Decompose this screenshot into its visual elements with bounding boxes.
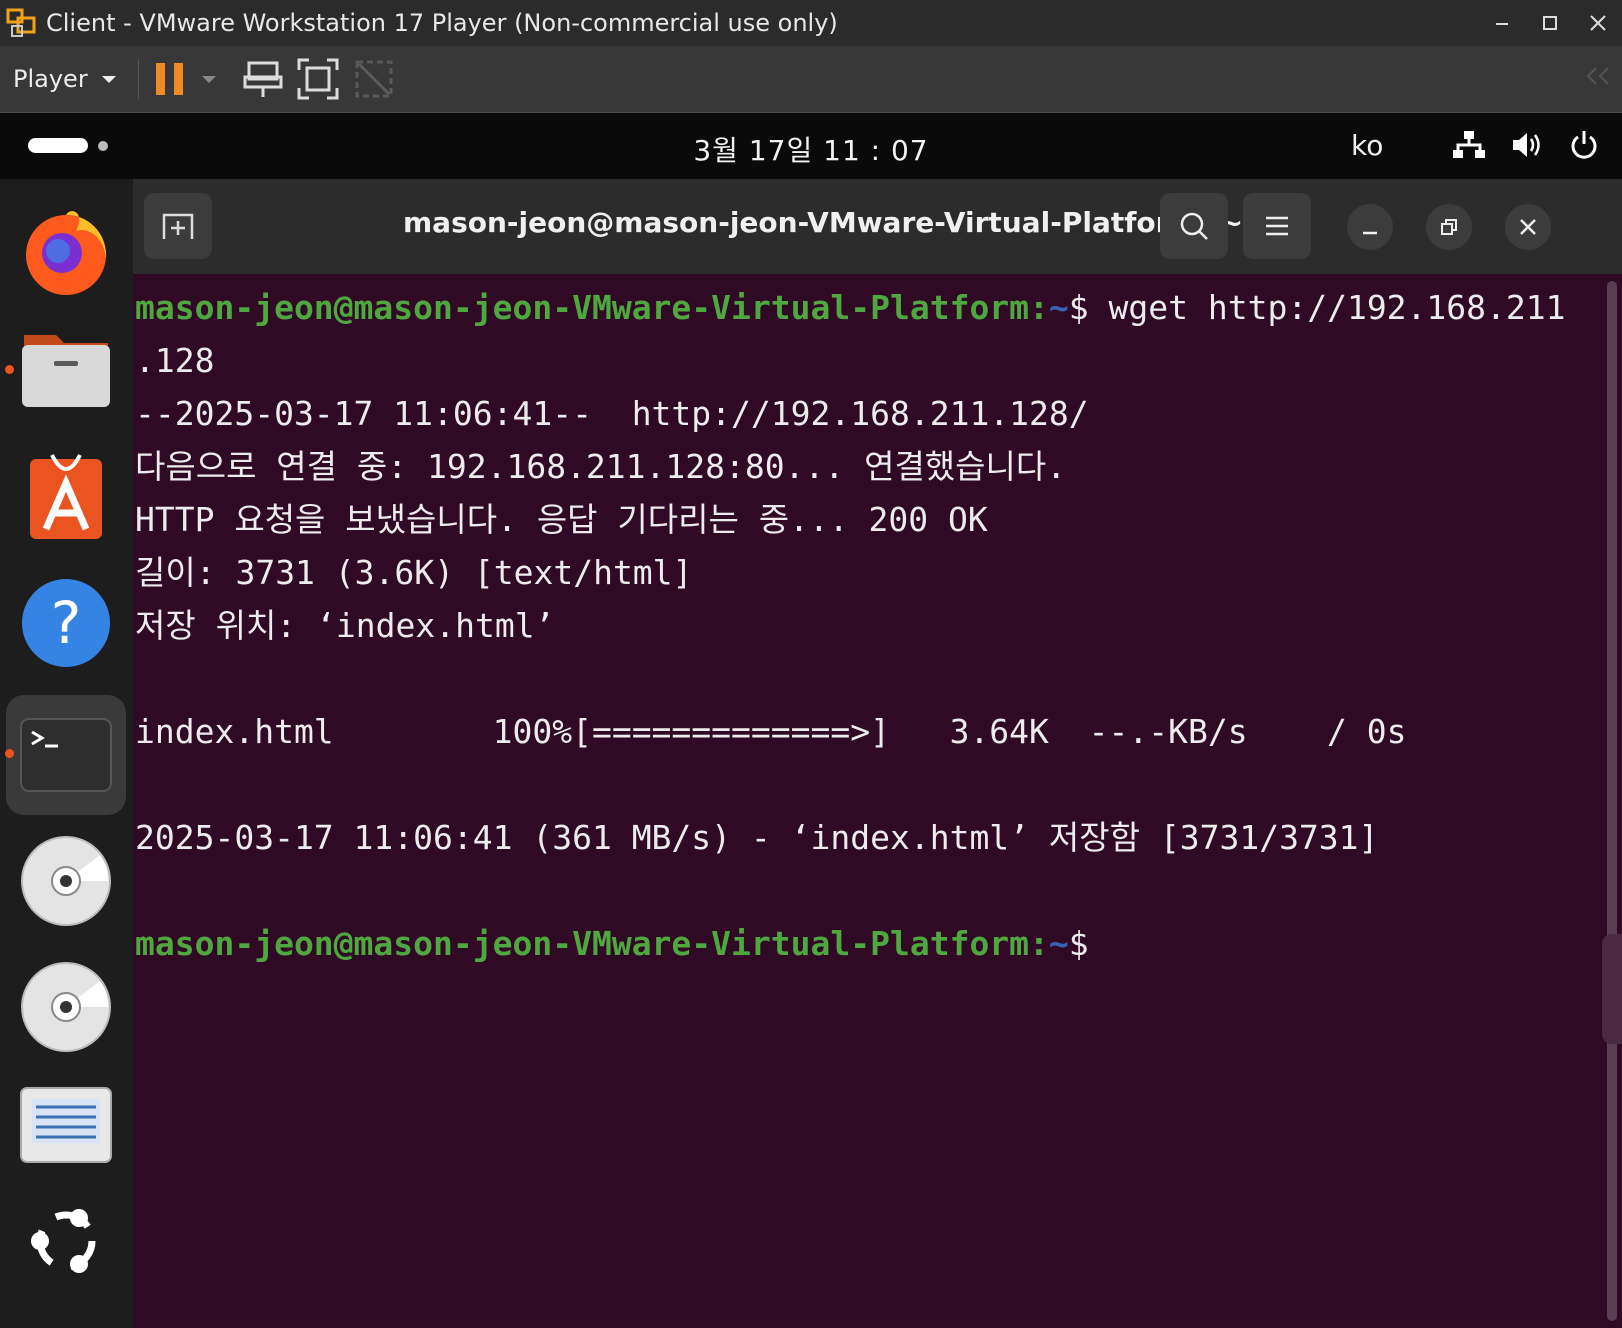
progress-line: index.html 100%[=============>] 3.64K --… [135, 712, 1407, 751]
prompt-path: ~ [1048, 288, 1069, 327]
prompt-user-host: mason-jeon@mason-jeon-VMware-Virtual-Pla… [135, 924, 1049, 963]
prompt-path: ~ [1048, 924, 1069, 963]
output-line: 다음으로 연결 중: 192.168.211.128:80... 연결했습니다. [135, 447, 1067, 486]
minimize-button[interactable] [1478, 0, 1526, 46]
scrollbar-thumb[interactable] [1602, 934, 1622, 1044]
close-icon [1520, 219, 1536, 235]
collapse-icon[interactable] [1582, 64, 1612, 88]
new-tab-icon [162, 213, 194, 239]
ubuntu-dock: ? [0, 179, 133, 1328]
keyboard-layout-indicator[interactable]: ko [1351, 129, 1383, 162]
window-title: Client - VMware Workstation 17 Player (N… [46, 9, 838, 37]
dock-terminal[interactable] [6, 695, 126, 815]
pause-button[interactable] [153, 59, 219, 99]
power-icon [1568, 129, 1600, 161]
close-button[interactable] [1574, 0, 1622, 46]
prompt-symbol: $ [1068, 924, 1089, 963]
disc-icon [21, 836, 111, 926]
vmware-logo-icon [6, 8, 36, 37]
player-menu-label: Player [13, 65, 88, 93]
dock-disc-2[interactable] [16, 957, 116, 1057]
close-icon [1590, 15, 1606, 31]
player-menu[interactable]: Player [13, 65, 120, 93]
folder-icon [22, 335, 110, 407]
toolbar-divider [137, 59, 139, 99]
output-line: --2025-03-17 11:06:41-- http://192.168.2… [135, 394, 1089, 433]
running-indicator [5, 365, 14, 374]
terminal-scrollbar[interactable] [1607, 281, 1617, 1321]
terminal-window: mason-jeon@mason-jeon-VMware-Virtual-Pla… [133, 179, 1622, 1328]
new-tab-button[interactable] [144, 193, 212, 259]
minimize-icon [1363, 231, 1377, 235]
command-wrap-line: .128 [135, 341, 215, 380]
hamburger-menu-icon [1266, 216, 1288, 236]
terminal-header-bar: mason-jeon@mason-jeon-VMware-Virtual-Pla… [133, 179, 1622, 274]
help-icon: ? [22, 579, 110, 667]
minimize-icon [1496, 23, 1508, 25]
send-ctrl-alt-del-button[interactable] [243, 59, 283, 99]
vmware-title-bar: Client - VMware Workstation 17 Player (N… [0, 0, 1622, 46]
dock-files[interactable] [16, 319, 116, 419]
pause-icon [155, 63, 183, 95]
output-line: HTTP 요청을 보냈습니다. 응답 기다리는 중... 200 OK [135, 500, 988, 539]
volume-icon [1510, 130, 1544, 160]
prompt-user-host: mason-jeon@mason-jeon-VMware-Virtual-Pla… [135, 288, 1049, 327]
dock-show-apps[interactable] [16, 1191, 116, 1291]
network-icon [1452, 130, 1486, 160]
app-center-icon [30, 454, 102, 539]
command-text: wget http://192.168.211 [1088, 288, 1566, 327]
svg-text:?: ? [51, 589, 82, 657]
terminal-icon [20, 718, 112, 792]
restore-icon [1441, 219, 1457, 235]
dock-help[interactable]: ? [16, 573, 116, 673]
dock-app-center[interactable] [16, 447, 116, 547]
maximize-button[interactable] [1526, 0, 1574, 46]
chevron-down-icon [101, 76, 116, 83]
terminal-close-button[interactable] [1505, 204, 1551, 250]
fullscreen-icon [297, 58, 339, 100]
maximize-icon [1543, 16, 1557, 30]
gnome-top-bar: 3월 17일 11 : 07 ko [0, 113, 1622, 179]
chevron-down-icon [201, 76, 216, 83]
terminal-output[interactable]: mason-jeon@mason-jeon-VMware-Virtual-Pla… [135, 281, 1605, 970]
terminal-minimize-button[interactable] [1347, 204, 1393, 250]
output-line: 길이: 3731 (3.6K) [text/html] [135, 553, 693, 592]
fullscreen-button[interactable] [297, 58, 339, 100]
dock-text-editor[interactable] [16, 1075, 116, 1175]
output-line: 저장 위치: ‘index.html’ [135, 606, 555, 645]
text-editor-icon [20, 1087, 112, 1163]
current-prompt-line[interactable]: mason-jeon@mason-jeon-VMware-Virtual-Pla… [135, 917, 1605, 970]
menu-button[interactable] [1243, 193, 1311, 259]
command-line: mason-jeon@mason-jeon-VMware-Virtual-Pla… [135, 281, 1605, 334]
unity-icon [355, 60, 393, 98]
search-button[interactable] [1160, 193, 1228, 259]
firefox-icon [26, 211, 107, 295]
unity-button [353, 58, 395, 100]
dock-firefox[interactable] [16, 201, 116, 301]
prompt-symbol: $ [1068, 288, 1089, 327]
send-ctrl-alt-del-icon [243, 61, 283, 97]
search-icon [1180, 212, 1208, 240]
output-line: 2025-03-17 11:06:41 (361 MB/s) - ‘index.… [135, 818, 1379, 857]
terminal-restore-button[interactable] [1426, 204, 1472, 250]
vmware-toolbar: Player [0, 46, 1622, 113]
ubuntu-logo-icon [31, 1209, 96, 1273]
running-indicator [5, 749, 14, 758]
disc-icon [21, 962, 111, 1052]
system-tray[interactable] [1428, 129, 1600, 161]
dock-disc-1[interactable] [16, 831, 116, 931]
